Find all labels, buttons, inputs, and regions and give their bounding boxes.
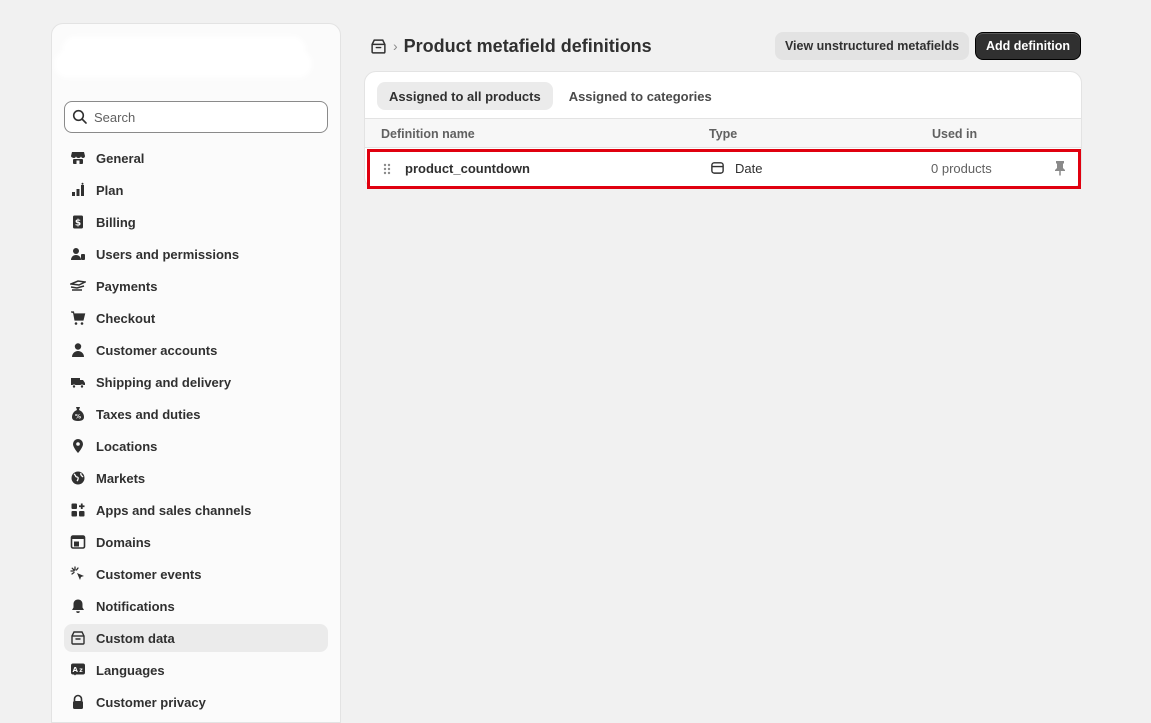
page-title: Product metafield definitions	[403, 35, 652, 56]
sidebar-item-apps[interactable]: Apps and sales channels	[64, 496, 328, 524]
tax-bag-icon: %	[68, 404, 88, 424]
table-row[interactable]: product_countdown Date 0 products	[365, 148, 1081, 188]
sidebar-item-shipping[interactable]: Shipping and delivery	[64, 368, 328, 396]
sidebar-item-label: Payments	[96, 278, 158, 294]
domains-icon	[68, 532, 88, 552]
sidebar-item-label: Plan	[96, 182, 124, 198]
language-icon: Az	[68, 660, 88, 680]
sidebar-item-label: Apps and sales channels	[96, 502, 252, 518]
sidebar-item-customer-accounts[interactable]: Customer accounts	[64, 336, 328, 364]
cursor-click-icon	[68, 564, 88, 584]
sidebar-item-general[interactable]: General	[64, 144, 328, 172]
settings-nav: General Plan $ Billing Users and permiss…	[64, 144, 328, 720]
sidebar-item-label: Billing	[96, 214, 136, 230]
sidebar-item-label: Customer privacy	[96, 694, 206, 710]
sidebar-item-label: Domains	[96, 534, 151, 550]
sidebar-item-custom-data[interactable]: Custom data	[64, 624, 328, 652]
lock-icon	[68, 692, 88, 712]
custom-data-icon[interactable]	[370, 38, 387, 55]
plan-icon	[68, 180, 88, 200]
sidebar-item-languages[interactable]: Az Languages	[64, 656, 328, 684]
sidebar-item-label: Customer accounts	[96, 342, 218, 358]
column-header-used-in: Used in	[932, 127, 978, 141]
calendar-icon	[710, 160, 725, 175]
settings-sidebar: General Plan $ Billing Users and permiss…	[51, 23, 341, 723]
store-name-redacted	[58, 38, 308, 78]
bell-icon	[68, 596, 88, 616]
table-header: Definition name Type Used in	[365, 118, 1081, 148]
sidebar-item-markets[interactable]: Markets	[64, 464, 328, 492]
definition-used-in: 0 products	[931, 161, 992, 176]
sidebar-item-notifications[interactable]: Notifications	[64, 592, 328, 620]
drag-handle-icon[interactable]	[382, 162, 392, 176]
sidebar-item-locations[interactable]: Locations	[64, 432, 328, 460]
sidebar-item-customer-events[interactable]: Customer events	[64, 560, 328, 588]
column-header-definition-name[interactable]: Definition name	[381, 127, 475, 141]
location-pin-icon	[68, 436, 88, 456]
breadcrumb: › Product metafield definitions	[370, 36, 652, 56]
sidebar-item-label: Users and permissions	[96, 246, 240, 262]
sidebar-item-label: Markets	[96, 470, 146, 486]
search-field[interactable]	[64, 101, 328, 133]
sidebar-item-customer-privacy[interactable]: Customer privacy	[64, 688, 328, 716]
view-unstructured-metafields-button[interactable]: View unstructured metafields	[775, 32, 969, 60]
search-input[interactable]	[94, 109, 314, 125]
users-icon	[68, 244, 88, 264]
svg-text:A: A	[72, 666, 78, 674]
sidebar-item-domains[interactable]: Domains	[64, 528, 328, 556]
payments-icon	[68, 276, 88, 296]
sidebar-item-payments[interactable]: Payments	[64, 272, 328, 300]
sidebar-item-billing[interactable]: $ Billing	[64, 208, 328, 236]
pin-icon[interactable]	[1053, 160, 1067, 176]
globe-icon	[68, 468, 88, 488]
sidebar-item-label: Locations	[96, 438, 158, 454]
person-icon	[68, 340, 88, 360]
sidebar-item-users[interactable]: Users and permissions	[64, 240, 328, 268]
definition-type: Date	[735, 161, 763, 176]
truck-icon	[68, 372, 88, 392]
sidebar-item-label: Customer events	[96, 566, 202, 582]
tab-bar: Assigned to all products Assigned to cat…	[377, 82, 724, 110]
column-header-type: Type	[709, 127, 738, 141]
search-icon	[72, 109, 87, 124]
sidebar-item-label: Taxes and duties	[96, 406, 201, 422]
sidebar-item-checkout[interactable]: Checkout	[64, 304, 328, 332]
tab-assigned-to-categories[interactable]: Assigned to categories	[557, 82, 724, 110]
definitions-card: Assigned to all products Assigned to cat…	[364, 71, 1082, 189]
svg-text:%: %	[75, 414, 81, 421]
sidebar-item-label: Languages	[96, 662, 165, 678]
billing-icon: $	[68, 212, 88, 232]
sidebar-item-plan[interactable]: Plan	[64, 176, 328, 204]
definition-name[interactable]: product_countdown	[405, 161, 530, 176]
svg-text:$: $	[75, 219, 81, 229]
store-icon	[68, 148, 88, 168]
sidebar-item-taxes[interactable]: % Taxes and duties	[64, 400, 328, 428]
sidebar-item-label: Checkout	[96, 310, 156, 326]
sidebar-item-label: General	[96, 150, 145, 166]
add-definition-button[interactable]: Add definition	[975, 32, 1081, 60]
custom-data-icon	[68, 628, 88, 648]
tab-assigned-to-all-products[interactable]: Assigned to all products	[377, 82, 553, 110]
svg-text:z: z	[79, 667, 83, 674]
sidebar-item-label: Shipping and delivery	[96, 374, 232, 390]
sidebar-item-label: Custom data	[96, 630, 175, 646]
sidebar-item-label: Notifications	[96, 598, 175, 614]
cart-icon	[68, 308, 88, 328]
breadcrumb-separator: ›	[393, 38, 398, 54]
apps-icon	[68, 500, 88, 520]
